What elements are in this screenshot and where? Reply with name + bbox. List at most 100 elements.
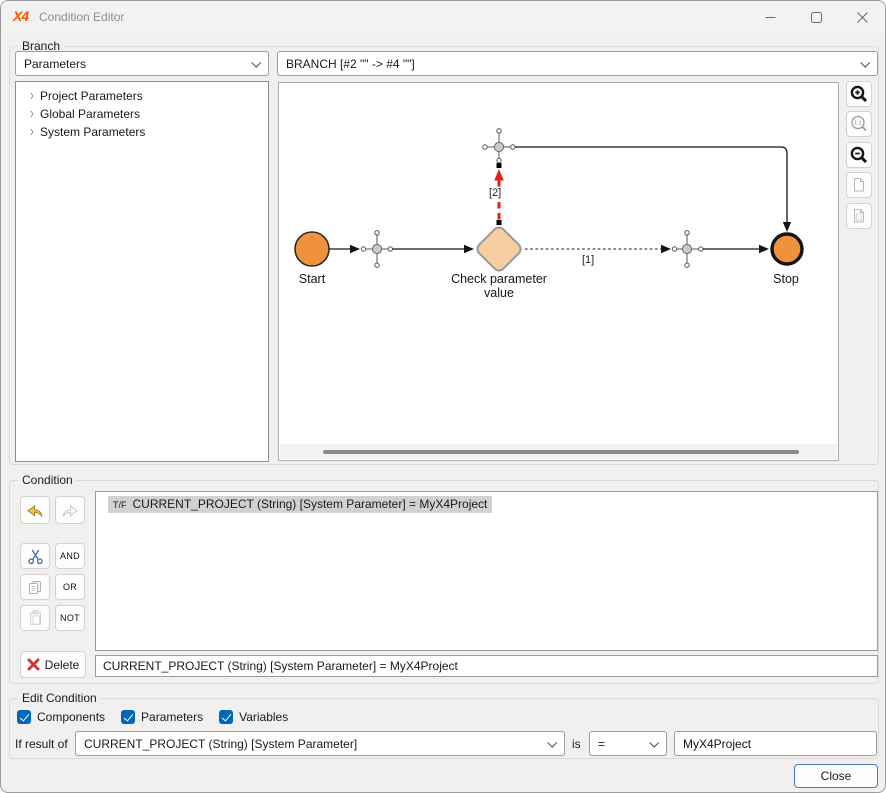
- condition-item-text: CURRENT_PROJECT (String) [System Paramet…: [133, 497, 488, 511]
- branch-value: BRANCH [#2 "" -> #4 ""]: [286, 57, 415, 71]
- checkbox-checked-icon[interactable]: [219, 710, 233, 724]
- checkbox-checked-icon[interactable]: [17, 710, 31, 724]
- edge-connector2-to-stop[interactable]: [515, 147, 791, 232]
- tree-item-label: Project Parameters: [40, 89, 143, 103]
- workflow-diagram-canvas[interactable]: Start Check parameter value Stop [1] [2]: [278, 82, 839, 461]
- redo-button[interactable]: [55, 496, 85, 524]
- edge-branch-1[interactable]: [525, 245, 677, 253]
- chevron-down-icon: [860, 58, 870, 68]
- copy-button[interactable]: [20, 574, 50, 600]
- connector-node-1[interactable]: [366, 231, 393, 268]
- maximize-icon: [811, 12, 822, 23]
- tree-item-label: System Parameters: [40, 125, 145, 139]
- clipboard-paste-icon: [27, 609, 44, 627]
- zoom-in-button[interactable]: [846, 81, 872, 107]
- workflow-diagram: [279, 83, 838, 460]
- diagram-horizontal-scrollbar[interactable]: [280, 444, 837, 459]
- parameter-type-combobox[interactable]: Parameters: [15, 51, 269, 76]
- edge-handle[interactable]: [497, 163, 502, 168]
- edge-start-to-connector[interactable]: [329, 245, 366, 253]
- start-node[interactable]: [295, 232, 329, 266]
- checkbox-checked-icon[interactable]: [121, 710, 135, 724]
- branch-combobox[interactable]: BRANCH [#2 "" -> #4 ""]: [277, 51, 878, 76]
- and-operator-button[interactable]: AND: [55, 543, 85, 569]
- minimize-button[interactable]: [747, 1, 793, 33]
- not-operator-button[interactable]: NOT: [55, 605, 85, 631]
- tree-item-label: Global Parameters: [40, 107, 140, 121]
- checkbox-label: Variables: [239, 710, 288, 724]
- copy-icon: [27, 579, 44, 596]
- stop-node-label: Stop: [756, 272, 816, 286]
- undo-icon: [25, 501, 45, 520]
- tree-item-system-parameters[interactable]: › System Parameters: [16, 123, 268, 141]
- svg-text:1:1: 1:1: [854, 121, 862, 127]
- close-window-button[interactable]: [839, 1, 885, 33]
- page-icon: [850, 176, 868, 194]
- chevron-right-icon[interactable]: ›: [24, 124, 40, 141]
- chevron-down-icon: [547, 738, 557, 748]
- fit-page-button[interactable]: [846, 172, 872, 198]
- if-result-of-label: If result of: [15, 737, 68, 751]
- redo-icon: [60, 501, 80, 520]
- or-label: OR: [63, 582, 77, 592]
- titlebar: X4 Condition Editor: [1, 1, 885, 33]
- condition-preview-text: CURRENT_PROJECT (String) [System Paramet…: [103, 659, 458, 673]
- scissors-icon: [27, 547, 44, 565]
- comparison-value-input[interactable]: [674, 731, 877, 756]
- edge-connector3-to-stop[interactable]: [703, 245, 769, 253]
- operand-value: CURRENT_PROJECT (String) [System Paramet…: [84, 737, 357, 751]
- chevron-down-icon: [251, 58, 261, 68]
- operator-combobox[interactable]: =: [589, 731, 667, 756]
- chevron-right-icon[interactable]: ›: [24, 88, 40, 105]
- stop-node[interactable]: [772, 234, 802, 264]
- checkbox-parameters[interactable]: Parameters: [121, 710, 203, 724]
- checkbox-label: Parameters: [141, 710, 203, 724]
- undo-button[interactable]: [20, 496, 50, 524]
- decision-node[interactable]: [475, 225, 523, 273]
- edge-2-label: [2]: [487, 187, 503, 199]
- maximize-button[interactable]: [793, 1, 839, 33]
- and-label: AND: [60, 551, 80, 561]
- cut-button[interactable]: [20, 543, 50, 569]
- connector-node-2[interactable]: [483, 129, 515, 163]
- operand-combobox[interactable]: CURRENT_PROJECT (String) [System Paramet…: [75, 731, 565, 756]
- checkbox-variables[interactable]: Variables: [219, 710, 288, 724]
- scope-checkboxes: Components Parameters Variables: [17, 710, 288, 724]
- x4-logo-icon: X4: [13, 8, 28, 24]
- close-button[interactable]: Close: [794, 764, 878, 788]
- paste-button[interactable]: [20, 605, 50, 631]
- edge-1-label: [1]: [582, 254, 594, 266]
- chevron-down-icon: [649, 738, 659, 748]
- tree-item-project-parameters[interactable]: › Project Parameters: [16, 87, 268, 105]
- condition-type-prefix: T/F: [113, 500, 127, 510]
- close-button-label: Close: [821, 769, 852, 783]
- zoom-original-button[interactable]: 1:1: [846, 111, 872, 137]
- checkbox-components[interactable]: Components: [17, 710, 105, 724]
- condition-list-item-selected[interactable]: T/F CURRENT_PROJECT (String) [System Para…: [108, 496, 492, 513]
- edit-condition-group-label: Edit Condition: [18, 691, 101, 705]
- chevron-right-icon[interactable]: ›: [24, 106, 40, 123]
- zoom-1-1-icon: 1:1: [849, 114, 869, 134]
- delete-button[interactable]: Delete: [20, 651, 86, 678]
- parameter-type-value: Parameters: [24, 57, 86, 71]
- edge-handle[interactable]: [497, 220, 502, 225]
- condition-editor-dialog: X4 Condition Editor Branch Parameters › …: [0, 0, 886, 793]
- condition-group-label: Condition: [18, 473, 77, 487]
- zoom-in-icon: [849, 84, 869, 104]
- condition-list: T/F CURRENT_PROJECT (String) [System Para…: [95, 491, 878, 651]
- scrollbar-thumb[interactable]: [323, 450, 799, 454]
- minimize-icon: [765, 12, 776, 23]
- is-label: is: [572, 737, 581, 751]
- close-icon: [857, 12, 868, 23]
- zoom-out-button[interactable]: [846, 142, 872, 168]
- tree-item-global-parameters[interactable]: › Global Parameters: [16, 105, 268, 123]
- page-stack-icon: [850, 207, 868, 225]
- decision-node-label: Check parameter value: [443, 272, 555, 301]
- checkbox-label: Components: [37, 710, 105, 724]
- or-operator-button[interactable]: OR: [55, 574, 85, 600]
- condition-preview-field[interactable]: CURRENT_PROJECT (String) [System Paramet…: [95, 655, 878, 677]
- fit-content-button[interactable]: [846, 203, 872, 229]
- zoom-out-icon: [849, 145, 869, 165]
- edge-connector-to-decision[interactable]: [393, 245, 475, 253]
- connector-node-3[interactable]: [677, 231, 703, 268]
